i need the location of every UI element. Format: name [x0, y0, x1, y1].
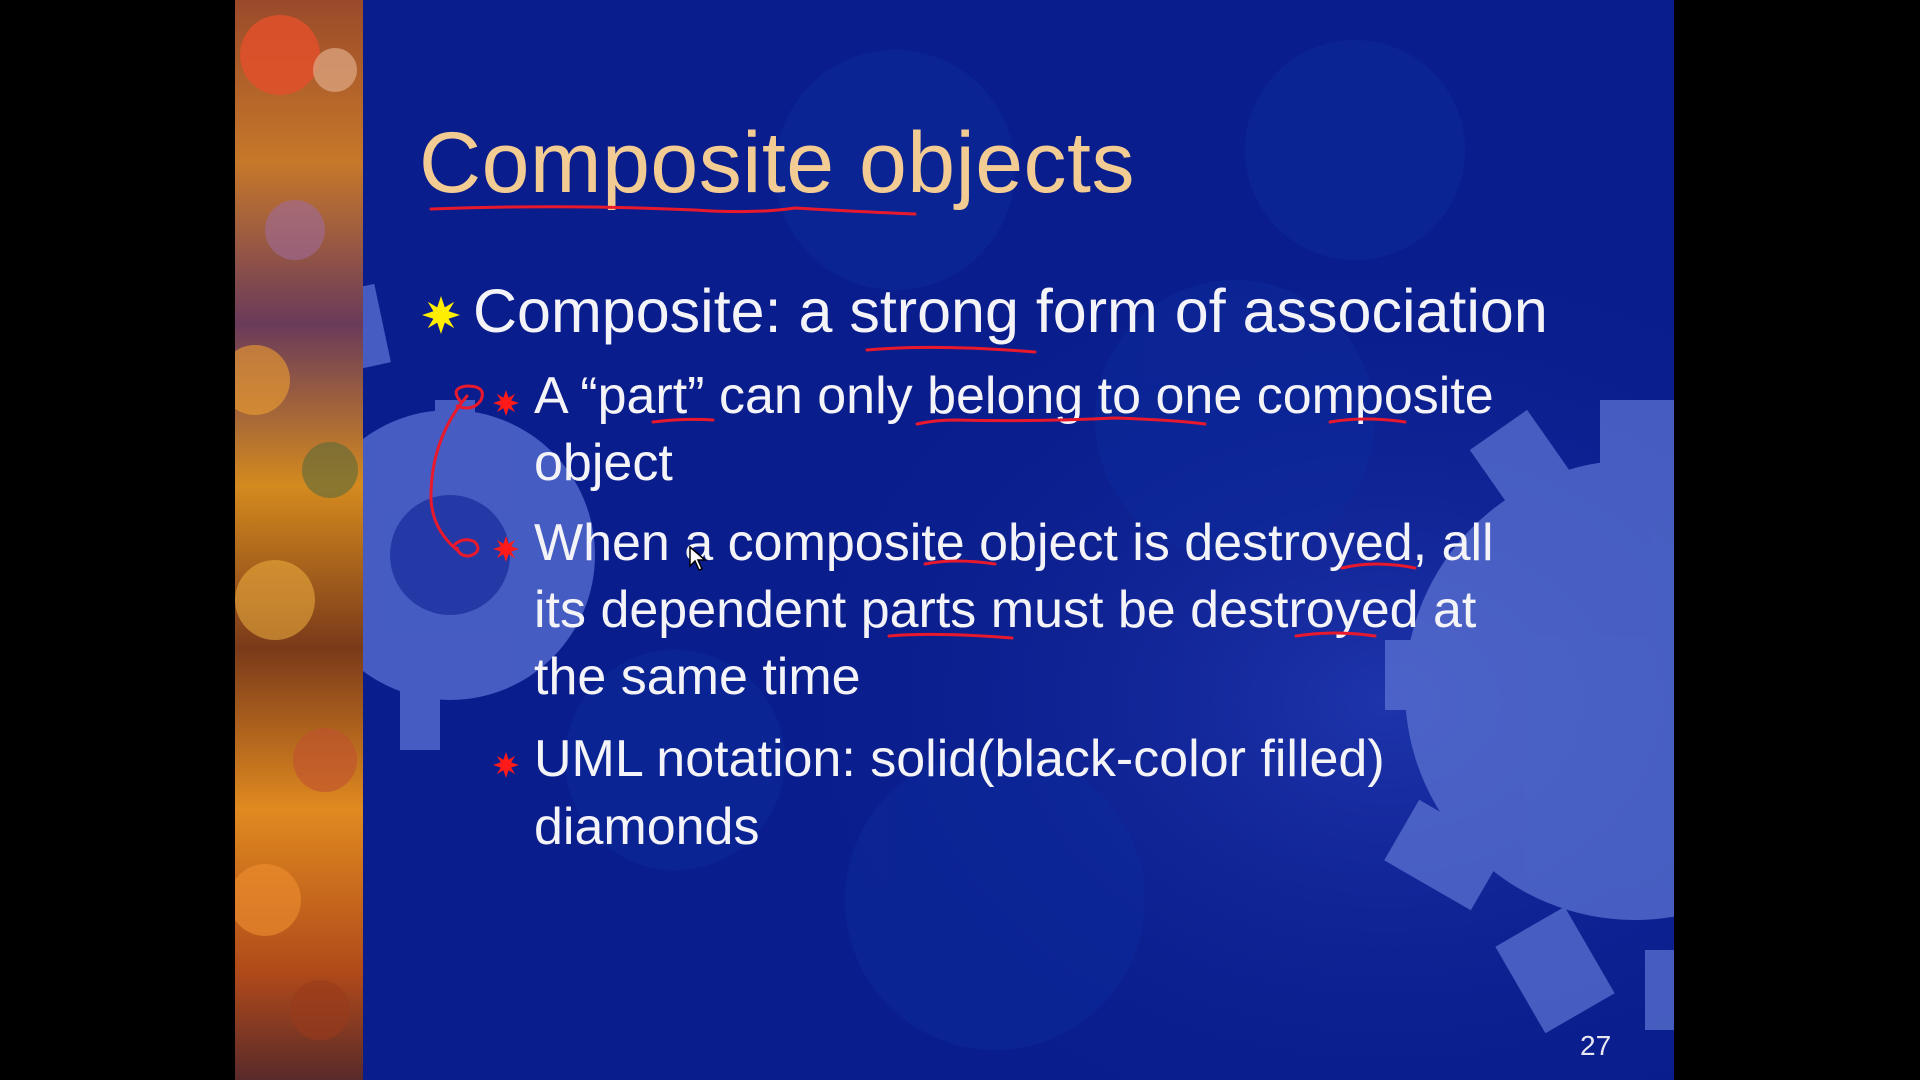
sub-bullet-1-line-1: A “part” can only belong to one composit… [534, 367, 1494, 425]
slide: Composite objects Composite: a strong fo… [235, 0, 1674, 1080]
decorative-strip [235, 0, 363, 1080]
sub-bullet-3-line-2: diamonds [534, 798, 760, 856]
sub-bullet-3-line-1: UML notation: solid(black-color filled) [534, 730, 1385, 788]
sub-bullet-2-line-3: the same time [534, 648, 861, 706]
sub-bullet-1-line-2: object [534, 434, 673, 492]
mouse-pointer-icon [689, 546, 707, 571]
bullet-main: Composite: a strong form of association [473, 277, 1548, 345]
slide-title: Composite objects [419, 115, 1135, 211]
red-starburst-bullet-icon [493, 752, 519, 778]
sub-bullet-2-line-1: When a composite object is destroyed, al… [534, 514, 1494, 572]
yellow-starburst-bullet-icon [422, 296, 460, 334]
red-starburst-bullet-icon [493, 390, 519, 416]
page-number: 27 [1580, 1030, 1612, 1061]
sub-bullet-2-line-2: its dependent parts must be destroyed at [534, 581, 1477, 639]
red-starburst-bullet-icon [493, 536, 519, 562]
